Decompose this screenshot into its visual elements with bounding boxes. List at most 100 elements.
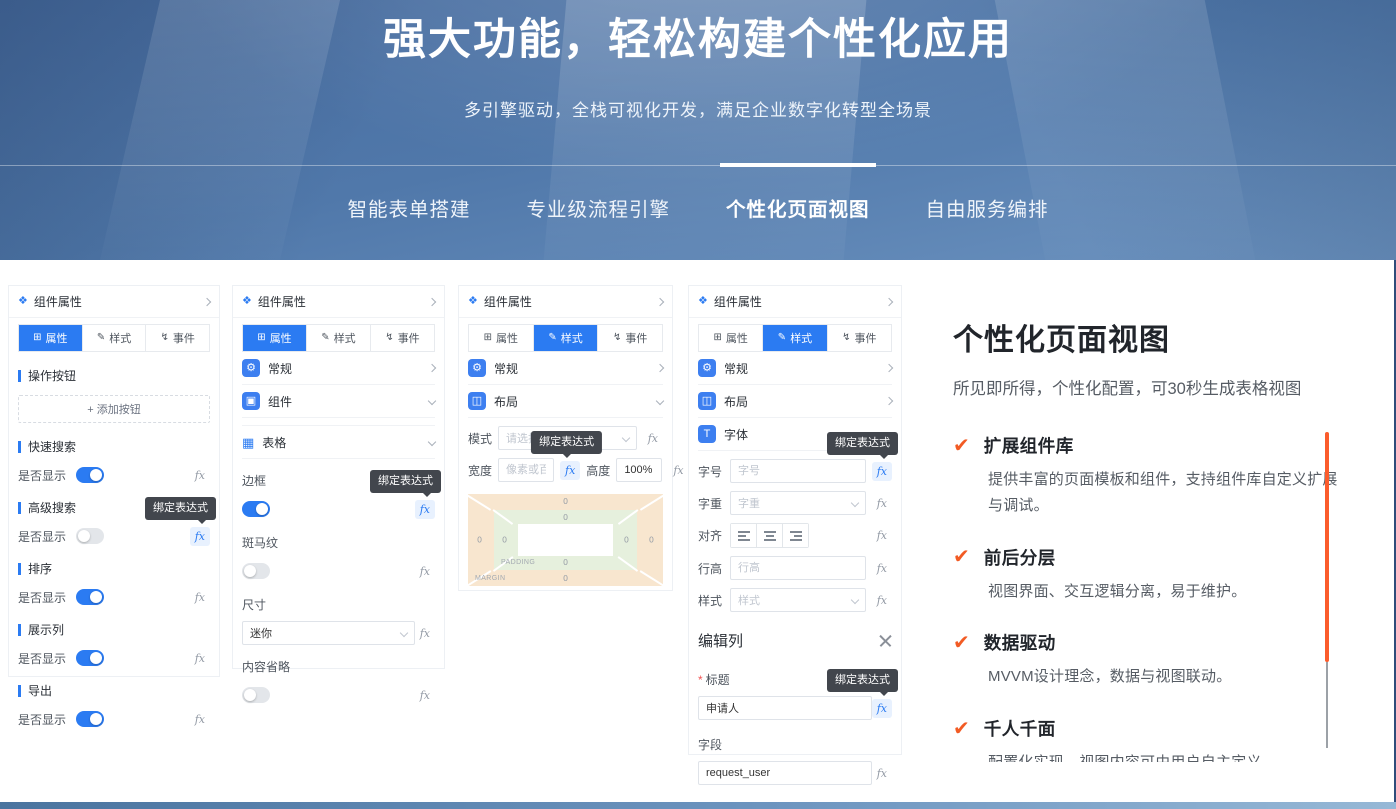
collapse-row-general[interactable]: ⚙ 常规 [698, 352, 892, 385]
tab-label: 样式 [109, 330, 131, 346]
tab-process-engine[interactable]: 专业级流程引擎 [524, 188, 672, 227]
stripe-toggle[interactable] [242, 563, 270, 579]
collapse-row-general[interactable]: ⚙ 常规 [468, 352, 663, 385]
column-field-input[interactable] [698, 761, 872, 785]
tab-event[interactable]: ↯ 事件 [828, 325, 891, 351]
check-icon: ✔ [953, 719, 970, 739]
component-icon: ❖ [698, 296, 708, 307]
collapse-row-layout[interactable]: ◫ 布局 [468, 385, 663, 418]
close-icon[interactable] [879, 634, 892, 647]
fx-bind-button[interactable]: fx [668, 461, 688, 480]
next-section-edge [0, 802, 1396, 809]
panel-title: 组件属性 [34, 293, 82, 310]
fx-bind-button[interactable]: fx [643, 429, 663, 448]
property-panel-component: ❖ 组件属性 ⊞ 属性 ✎ 样式 ↯ 事件 [232, 285, 445, 669]
align-right-button[interactable] [783, 524, 808, 547]
fx-bind-button[interactable]: fx [560, 461, 580, 480]
field-font-weight: 字重 字重 fx [698, 491, 892, 515]
component-icon: ❖ [468, 296, 478, 307]
tab-event[interactable]: ↯ 事件 [146, 325, 209, 351]
export-toggle[interactable] [76, 711, 104, 727]
property-panel-table-view: ❖ 组件属性 ⊞ 属性 ✎ 样式 ↯ 事件 操作按钮 [8, 285, 220, 677]
fx-bind-button[interactable]: fx [415, 686, 435, 705]
fx-bind-button[interactable]: fx [415, 562, 435, 581]
style-icon: ✎ [321, 333, 329, 343]
name-field-label: 字段 [698, 736, 892, 753]
component-icon: ❖ [18, 296, 28, 307]
field-border: 边框 绑定表达式 fx [242, 472, 435, 521]
tab-smart-form[interactable]: 智能表单搭建 [345, 188, 472, 227]
fx-bind-button[interactable]: fx [190, 466, 210, 485]
font-style-select[interactable]: 样式 [730, 588, 866, 612]
tab-attributes[interactable]: ⊞ 属性 [243, 325, 307, 351]
name-field-row: fx [698, 761, 892, 785]
tab-event[interactable]: ↯ 事件 [598, 325, 662, 351]
field-label: 内容省略 [242, 660, 290, 674]
show-row: 是否显示 fx [18, 710, 210, 728]
sort-toggle[interactable] [76, 589, 104, 605]
tab-event[interactable]: ↯ 事件 [371, 325, 434, 351]
scrollbar-thumb[interactable] [1325, 432, 1329, 662]
corner-line [618, 509, 638, 524]
tab-attributes[interactable]: ⊞ 属性 [19, 325, 83, 351]
tab-style[interactable]: ✎ 样式 [534, 325, 599, 351]
collapse-chevron-icon[interactable] [203, 297, 211, 305]
collapse-chevron-icon[interactable] [656, 297, 664, 305]
width-input[interactable] [498, 458, 554, 482]
show-row: 是否显示 fx [18, 588, 210, 606]
size-select[interactable]: 迷你 [242, 621, 415, 645]
tab-page-view[interactable]: 个性化页面视图 [724, 188, 872, 227]
fx-bind-button[interactable]: fx [872, 764, 892, 783]
columns-toggle[interactable] [76, 650, 104, 666]
fx-bind-button[interactable]: fx [872, 526, 892, 545]
collapse-chevron-icon[interactable] [428, 297, 436, 305]
line-height-input[interactable] [730, 556, 866, 580]
tab-style[interactable]: ✎ 样式 [763, 325, 827, 351]
advanced-search-toggle[interactable] [76, 528, 104, 544]
tab-style[interactable]: ✎ 样式 [83, 325, 147, 351]
height-input[interactable] [616, 458, 662, 482]
add-button-button[interactable]: + 添加按钮 [18, 395, 210, 423]
tab-attributes[interactable]: ⊞ 属性 [699, 325, 763, 351]
fx-bind-button[interactable]: fx [190, 649, 210, 668]
quick-search-toggle[interactable] [76, 467, 104, 483]
border-toggle[interactable] [242, 501, 270, 517]
scrollbar-track[interactable] [1326, 662, 1328, 748]
fx-bind-button[interactable]: fx [872, 699, 892, 718]
show-row: 是否显示 fx [18, 649, 210, 667]
field-align: 对齐 fx [698, 523, 892, 548]
bind-expression-tooltip: 绑定表达式 [827, 432, 898, 455]
field-label: 对齐 [698, 527, 724, 544]
collapse-row-table[interactable]: ▦ 表格 [242, 425, 435, 459]
fx-bind-button[interactable]: fx [872, 559, 892, 578]
feature-list: ✔ 扩展组件库 提供丰富的页面模板和组件，支持组件库自定义扩展与调试。 ✔ 前后… [953, 433, 1343, 762]
fx-bind-button[interactable]: fx [872, 462, 892, 481]
font-weight-select[interactable]: 字重 [730, 491, 866, 515]
tab-attributes[interactable]: ⊞ 属性 [469, 325, 534, 351]
feature-item-title: 扩展组件库 [984, 433, 1074, 458]
collapse-chevron-icon[interactable] [885, 297, 893, 305]
align-left-button[interactable] [731, 524, 757, 547]
hero-section: 强大功能，轻松构建个性化应用 多引擎驱动，全栈可视化开发，满足企业数字化转型全场… [0, 0, 1396, 260]
fx-bind-button[interactable]: fx [190, 588, 210, 607]
chevron-down-icon [850, 596, 858, 604]
fx-bind-button[interactable]: fx [190, 710, 210, 729]
collapse-row-layout[interactable]: ◫ 布局 [698, 385, 892, 418]
chevron-down-icon [399, 629, 407, 637]
required-mark: * [698, 673, 703, 687]
tab-label: 属性 [726, 330, 748, 346]
align-center-button[interactable] [757, 524, 783, 547]
tab-service-orchestration[interactable]: 自由服务编排 [924, 188, 1051, 227]
fx-bind-button[interactable]: fx [190, 527, 210, 546]
column-title-input[interactable] [698, 696, 872, 720]
fx-bind-button[interactable]: fx [415, 624, 435, 643]
fx-bind-button[interactable]: fx [872, 494, 892, 513]
fx-bind-button[interactable]: fx [415, 500, 435, 519]
ellipsis-toggle[interactable] [242, 687, 270, 703]
tab-label: 属性 [46, 330, 68, 346]
font-size-input[interactable] [730, 459, 866, 483]
fx-bind-button[interactable]: fx [872, 591, 892, 610]
collapse-row-component[interactable]: ▣ 组件 [242, 385, 435, 418]
collapse-row-general[interactable]: ⚙ 常规 [242, 352, 435, 385]
tab-style[interactable]: ✎ 样式 [307, 325, 371, 351]
